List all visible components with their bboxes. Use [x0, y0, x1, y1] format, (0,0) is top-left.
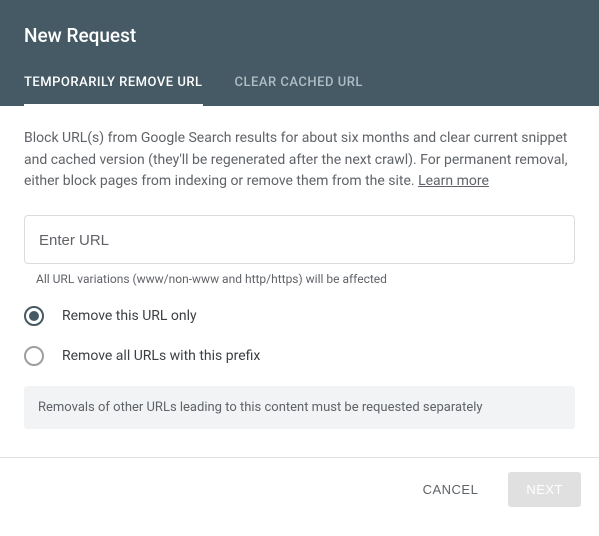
- dialog-footer: CANCEL NEXT: [0, 457, 599, 521]
- description-text: Block URL(s) from Google Search results …: [24, 128, 575, 193]
- next-button[interactable]: NEXT: [508, 472, 581, 507]
- learn-more-link[interactable]: Learn more: [418, 173, 489, 189]
- url-input-container[interactable]: [24, 215, 575, 264]
- notice-text: Removals of other URLs leading to this c…: [24, 386, 575, 429]
- radio-unselected-icon: [24, 346, 44, 366]
- tab-clear-cached[interactable]: CLEAR CACHED URL: [235, 75, 363, 106]
- cancel-button[interactable]: CANCEL: [405, 472, 497, 507]
- new-request-dialog: New Request TEMPORARILY REMOVE URL CLEAR…: [0, 0, 599, 521]
- tabs: TEMPORARILY REMOVE URL CLEAR CACHED URL: [24, 75, 575, 106]
- url-input[interactable]: [39, 232, 560, 249]
- dialog-header: New Request TEMPORARILY REMOVE URL CLEAR…: [0, 0, 599, 106]
- dialog-body: Block URL(s) from Google Search results …: [0, 106, 599, 447]
- radio-remove-prefix[interactable]: Remove all URLs with this prefix: [24, 346, 575, 366]
- tab-temporarily-remove[interactable]: TEMPORARILY REMOVE URL: [24, 75, 203, 106]
- radio-label-only: Remove this URL only: [62, 308, 197, 324]
- radio-label-prefix: Remove all URLs with this prefix: [62, 348, 260, 364]
- radio-selected-icon: [24, 306, 44, 326]
- radio-remove-url-only[interactable]: Remove this URL only: [24, 306, 575, 326]
- dialog-title: New Request: [24, 24, 575, 47]
- url-input-hint: All URL variations (www/non-www and http…: [36, 272, 575, 286]
